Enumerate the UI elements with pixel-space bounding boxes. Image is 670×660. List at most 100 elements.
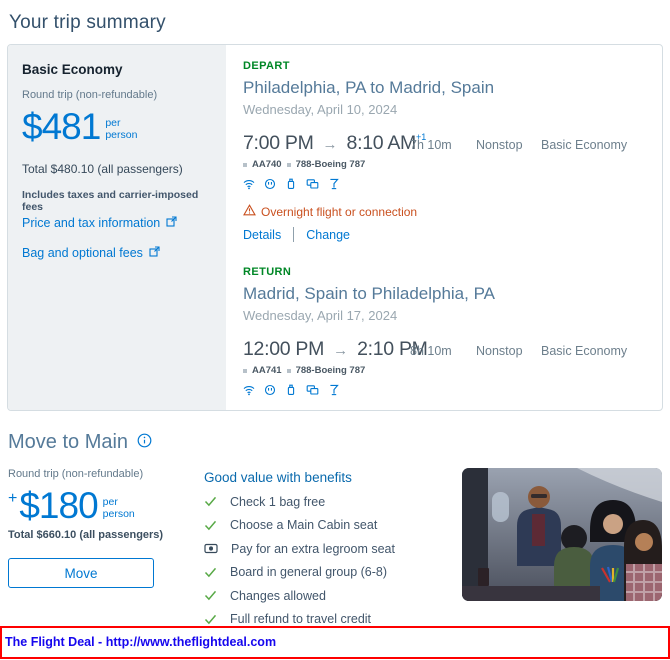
entertainment-icon [306, 178, 319, 190]
price-amount: $481 [22, 106, 101, 147]
move-button[interactable]: Move [8, 558, 154, 588]
cabin-label: Basic Economy [541, 138, 628, 152]
flight-number: AA740 [252, 159, 282, 170]
upgrade-total: Total $660.10 (all passengers) [8, 529, 164, 541]
price-tax-info-label: Price and tax information [22, 216, 161, 230]
benefit-item: Pay for an extra legroom seat [204, 542, 456, 556]
benefit-text: Board in general group (6-8) [230, 565, 388, 579]
benefit-item: Full refund to travel credit [204, 612, 456, 626]
flight-info-row: AA740 788-Boeing 787 [243, 159, 662, 170]
flight-deal-banner: The Flight Deal - http://www.theflightde… [0, 626, 670, 659]
aircraft-type: 788-Boeing 787 [295, 365, 366, 376]
flight-number: AA741 [252, 365, 282, 376]
change-link[interactable]: Change [306, 228, 350, 242]
check-icon [204, 496, 217, 507]
return-segment: RETURN Madrid, Spain to Philadelphia, PA… [243, 266, 662, 410]
page-title: Your trip summary [9, 12, 166, 33]
details-link[interactable]: Details [243, 228, 281, 242]
price-unit: per person [105, 117, 137, 141]
return-label: RETURN [243, 266, 292, 278]
price-tax-info-link[interactable]: Price and tax information [22, 216, 177, 230]
depart-date: Wednesday, April 10, 2024 [243, 102, 398, 117]
departure-time: 7:00 PM [243, 132, 314, 154]
money-icon [204, 543, 218, 554]
check-icon [204, 567, 217, 578]
benefit-text: Choose a Main Cabin seat [230, 518, 378, 532]
benefit-text: Changes allowed [230, 588, 326, 603]
total-price: Total $480.10 (all passengers) [22, 162, 183, 176]
return-times-row: 12:00 PM → 2:10 PM 8h 10m Nonstop Basic … [243, 338, 662, 361]
depart-label: DEPART [243, 60, 290, 72]
bag-optional-fees-link[interactable]: Bag and optional fees [22, 246, 160, 260]
separator-square [243, 368, 247, 373]
flights-panel: DEPART Philadelphia, PA to Madrid, Spain… [226, 45, 662, 410]
benefit-text: Full refund to travel credit [230, 612, 372, 626]
benefit-item: Check 1 bag free [204, 495, 456, 509]
person-label: person [105, 129, 138, 142]
return-route: Madrid, Spain to Philadelphia, PA [243, 284, 496, 303]
cabin-passengers-photo [462, 468, 662, 601]
amenities-row [243, 384, 662, 396]
price-amount: $180 [19, 485, 98, 526]
move-columns: Round trip (non-refundable) + $180 per p… [8, 468, 662, 626]
overnight-warning-text: Overnight flight or connection [261, 204, 418, 219]
separator-square [286, 368, 291, 373]
price-unit: per person [103, 496, 135, 520]
departure-time: 12:00 PM [243, 338, 325, 360]
fare-price-panel: Basic Economy Round trip (non-refundable… [8, 45, 226, 410]
check-icon [204, 520, 217, 531]
trip-summary-page: Your trip summary Basic Economy Round tr… [0, 12, 670, 626]
usb-icon [285, 178, 297, 190]
return-date: Wednesday, April 17, 2024 [243, 308, 398, 323]
depart-route: Philadelphia, PA to Madrid, Spain [243, 78, 495, 97]
cabin-label: Basic Economy [541, 344, 628, 358]
arrow-right-icon: → [322, 136, 338, 153]
external-link-icon [166, 216, 177, 230]
per-label: per [102, 496, 118, 508]
trip-type-label: Round trip (non-refundable) [8, 468, 144, 480]
benefits-title: Good value with benefits [204, 470, 352, 485]
overnight-warning: Overnight flight or connection [243, 204, 662, 219]
plus-sign: + [8, 490, 18, 507]
entertainment-icon [306, 384, 319, 396]
benefit-text: Check 1 bag free [230, 494, 326, 509]
refreshments-icon [328, 384, 340, 396]
depart-segment: DEPART Philadelphia, PA to Madrid, Spain… [243, 60, 662, 242]
check-icon [204, 614, 217, 625]
arrow-right-icon: → [333, 342, 349, 359]
check-icon [204, 590, 217, 601]
benefit-item: Choose a Main Cabin seat [204, 518, 456, 532]
taxes-note: Includes taxes and carrier-imposed fees [22, 189, 199, 213]
per-label: per [105, 117, 121, 129]
depart-time-group: 7:00 PM → 8:10 AM+1 [243, 132, 426, 155]
flight-deal-link[interactable]: The Flight Deal - http://www.theflightde… [5, 635, 276, 649]
price-per-person: $481 per person [22, 108, 212, 145]
trip-summary-card: Basic Economy Round trip (non-refundable… [7, 44, 663, 411]
flight-duration: 8h 10m [410, 344, 452, 358]
info-icon[interactable] [137, 433, 152, 453]
usb-icon [285, 384, 297, 396]
fare-name: Basic Economy [22, 62, 123, 77]
move-to-main-title: Move to Main [8, 431, 129, 453]
amenities-row [243, 178, 662, 190]
depart-times-row: 7:00 PM → 8:10 AM+1 7h 10m Nonstop Basic… [243, 132, 662, 155]
stops-label: Nonstop [476, 344, 523, 358]
upgrade-price-column: Round trip (non-refundable) + $180 per p… [8, 468, 204, 626]
upgrade-price: + $180 per person [8, 487, 204, 524]
trip-type-label: Round trip (non-refundable) [22, 89, 158, 101]
separator-square [286, 162, 291, 167]
benefit-item: Changes allowed [204, 589, 456, 603]
person-label: person [102, 508, 135, 521]
benefits-column: Good value with benefits Check 1 bag fre… [204, 468, 456, 626]
wifi-icon [243, 384, 255, 396]
depart-actions: Details Change [243, 227, 662, 242]
external-link-icon [149, 246, 160, 260]
benefit-text: Pay for an extra legroom seat [231, 541, 395, 556]
return-time-group: 12:00 PM → 2:10 PM [243, 338, 428, 361]
move-to-main-section: Move to Main Round trip (non-refundable)… [7, 431, 663, 626]
flight-duration: 7h 10m [410, 138, 452, 152]
wifi-icon [243, 178, 255, 190]
power-outlet-icon [264, 178, 276, 190]
separator-square [243, 162, 247, 167]
power-outlet-icon [264, 384, 276, 396]
